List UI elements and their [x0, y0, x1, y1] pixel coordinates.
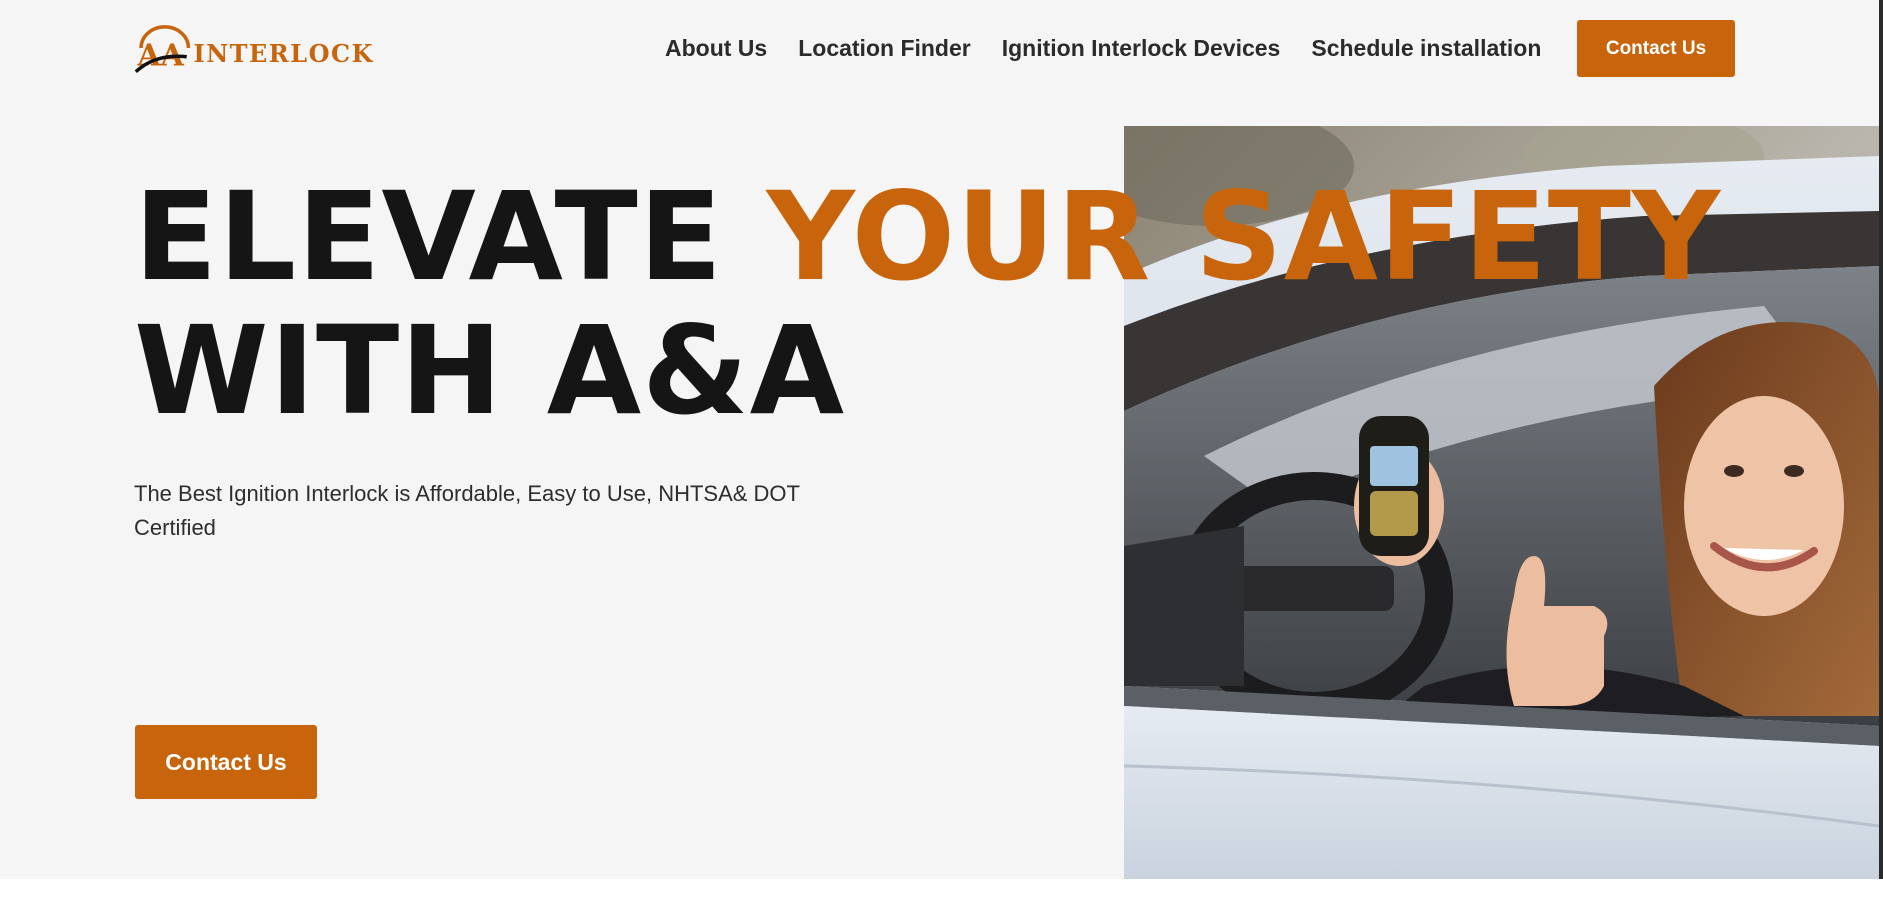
headline-part1: ELEVATE: [134, 166, 767, 308]
scrollbar-edge: [1879, 0, 1883, 879]
landing-page: AA INTERLOCK About Us Location Finder Ig…: [0, 0, 1883, 913]
headline-accent: YOUR SAFETY: [766, 166, 1722, 308]
brand-logo[interactable]: AA INTERLOCK: [134, 18, 374, 78]
aa-monogram-icon: AA: [134, 25, 191, 74]
main-nav: About Us Location Finder Ignition Interl…: [665, 31, 1541, 65]
nav-location-finder[interactable]: Location Finder: [798, 35, 971, 62]
logo-text: INTERLOCK: [193, 38, 374, 68]
header-contact-button[interactable]: Contact Us: [1577, 20, 1735, 77]
headline-line2: WITH A&A: [134, 300, 845, 442]
nav-ignition-interlock-devices[interactable]: Ignition Interlock Devices: [1002, 35, 1281, 62]
hero-subtitle: The Best Ignition Interlock is Affordabl…: [134, 481, 800, 540]
hero-headline: ELEVATE YOUR SAFETY WITH A&A: [134, 170, 1721, 438]
nav-schedule-installation[interactable]: Schedule installation: [1311, 35, 1541, 62]
nav-about-us[interactable]: About Us: [665, 35, 767, 62]
bottom-strip: [0, 879, 1883, 913]
hero-contact-button[interactable]: Contact Us: [135, 725, 317, 799]
